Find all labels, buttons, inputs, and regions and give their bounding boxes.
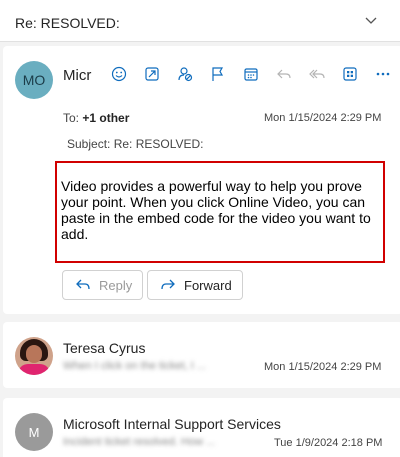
chevron-down-icon[interactable]	[364, 15, 378, 27]
reply-all-icon[interactable]	[300, 61, 333, 87]
message-card: MO Micr To: +1 other Mon 1/15/2024 2:29 …	[3, 46, 400, 314]
recipients[interactable]: To: +1 other	[63, 111, 129, 125]
calendar-icon[interactable]	[234, 61, 267, 87]
thread-item[interactable]: Teresa Cyrus When I click on the ticket,…	[3, 322, 400, 388]
reply-icon[interactable]	[267, 61, 300, 87]
sender-name: Microsoft Internal Support Services	[63, 416, 281, 432]
avatar[interactable]: MO	[15, 61, 53, 99]
thread-item[interactable]: M Microsoft Internal Support Services In…	[3, 398, 400, 457]
reply-arrow-icon	[76, 279, 90, 290]
sender-name[interactable]: Micr	[63, 67, 91, 84]
message-body-highlight: Video provides a powerful way to help yo…	[55, 161, 385, 263]
avatar	[15, 337, 53, 375]
message-date: Tue 1/9/2024 2:18 PM	[274, 437, 383, 449]
message-date: Mon 1/15/2024 2:29 PM	[264, 112, 382, 124]
more-icon[interactable]	[366, 61, 399, 87]
subject-line: Subject: Re: RESOLVED:	[67, 137, 204, 151]
message-body: Video provides a powerful way to help yo…	[61, 178, 371, 242]
sender-name: Teresa Cyrus	[63, 340, 146, 356]
forward-button[interactable]: Forward	[147, 270, 243, 300]
conversation-subject-bar[interactable]: Re: RESOLVED:	[0, 0, 400, 42]
message-preview: When I click on the ticket, I ...	[63, 360, 207, 372]
conversation-subject: Re: RESOLVED:	[15, 15, 120, 31]
message-date: Mon 1/15/2024 2:29 PM	[264, 361, 382, 373]
emoji-icon[interactable]	[102, 61, 135, 87]
forward-arrow-icon	[161, 279, 175, 290]
reply-button[interactable]: Reply	[62, 270, 143, 300]
to-label: To:	[63, 111, 80, 125]
forward-label: Forward	[184, 277, 232, 293]
immersive-reader-icon[interactable]	[135, 61, 168, 87]
reply-label: Reply	[99, 277, 133, 293]
apps-icon[interactable]	[333, 61, 366, 87]
message-toolbar	[102, 61, 399, 87]
avatar: M	[15, 413, 53, 451]
to-recipients[interactable]: +1 other	[82, 111, 129, 125]
message-preview: Incident ticket resolved. How ...	[63, 436, 216, 448]
flag-icon[interactable]	[201, 61, 234, 87]
sensitivity-icon[interactable]	[168, 61, 201, 87]
